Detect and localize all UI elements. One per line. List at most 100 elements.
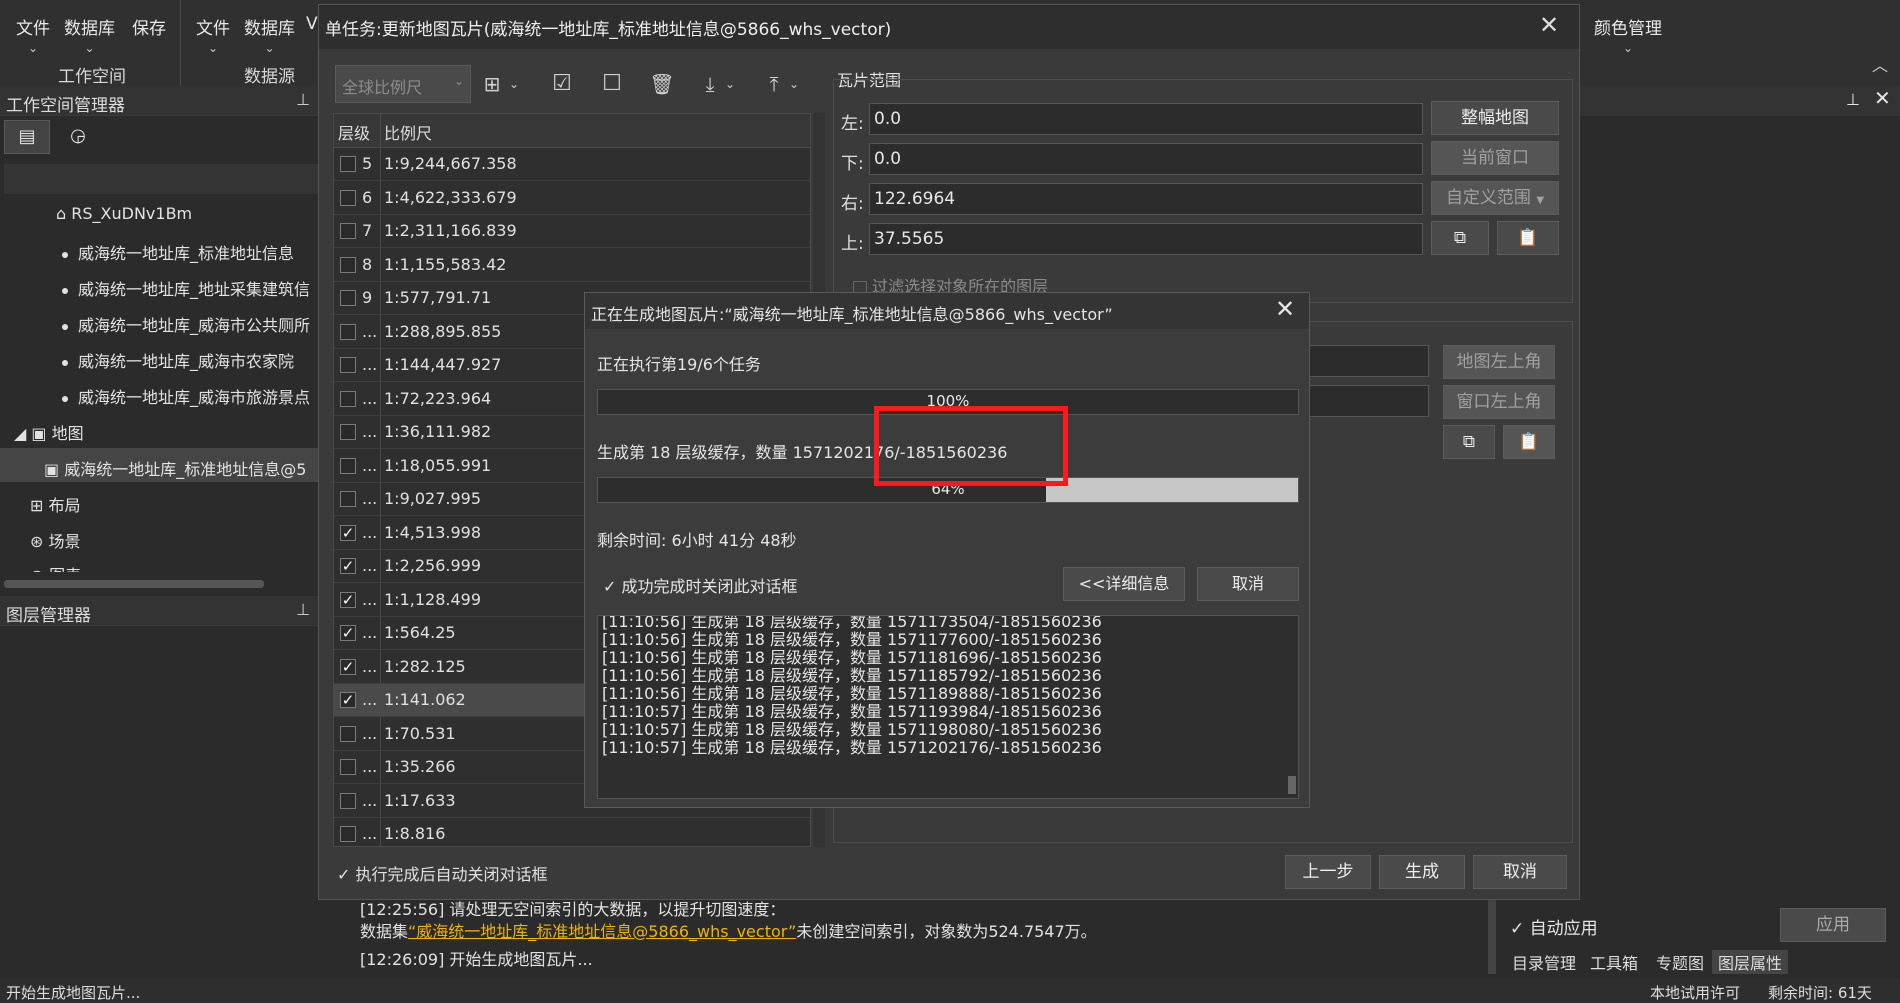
tab-catalog[interactable]: 目录管理 (1512, 950, 1576, 974)
save-button[interactable]: 保存 (132, 14, 166, 39)
table-row[interactable]: 7 1:2,311,166.839 (334, 215, 810, 248)
tree-item-map[interactable]: ▣ 威海统一地址库_标准地址信息@5 (44, 456, 306, 480)
origin-x-input[interactable] (1309, 345, 1429, 377)
row-checkbox[interactable] (340, 189, 356, 206)
datasource-database-button[interactable]: 数据库 ⌄ (244, 14, 295, 55)
expand-triangle-icon[interactable]: ◢ (14, 424, 26, 443)
copy-origin-icon[interactable]: ⧉ (1443, 425, 1495, 459)
tree-item-charts[interactable]: ◔ 图表 (30, 562, 81, 572)
chevron-down-icon[interactable]: ⌄ (785, 67, 803, 101)
row-scale: 1:141.062 (384, 690, 466, 709)
apply-button[interactable]: 应用 (1780, 908, 1886, 942)
log-scrollbar-thumb[interactable] (1288, 776, 1296, 794)
full-map-button[interactable]: 整幅地图 (1431, 101, 1559, 135)
row-checkbox[interactable] (340, 390, 356, 407)
scale-select[interactable]: 全球比例尺 ⌄ (335, 65, 471, 103)
tree-item-scenes[interactable]: ⊛ 场景 (30, 528, 81, 552)
tree-item-maps[interactable]: ◢ ▣ 地图 (14, 420, 84, 444)
map-top-left-button[interactable]: 地图左上角 (1443, 345, 1555, 379)
row-checkbox[interactable]: ✓ (340, 558, 356, 574)
left-input[interactable]: 0.0 (869, 103, 1423, 135)
window-top-left-button[interactable]: 窗口左上角 (1443, 385, 1555, 419)
row-checkbox[interactable] (340, 491, 356, 507)
paste-origin-icon[interactable]: 📋 (1503, 425, 1555, 459)
top-input[interactable]: 37.5565 (869, 223, 1423, 255)
row-checkbox[interactable] (340, 290, 356, 306)
tab-toolbox[interactable]: 工具箱 (1590, 950, 1638, 974)
collapse-ribbon-icon[interactable]: ︿ (1872, 52, 1888, 76)
table-row[interactable]: 5 1:9,244,667.358 (334, 148, 810, 181)
row-checkbox[interactable]: ✓ (340, 591, 356, 608)
invert-select-icon[interactable]: ☐ (597, 67, 627, 101)
row-checkbox[interactable] (340, 792, 356, 809)
row-checkbox[interactable] (340, 457, 356, 474)
add-scale-icon[interactable]: ⊞ (477, 67, 507, 101)
row-checkbox[interactable] (340, 826, 356, 842)
workspace-search-bar[interactable] (4, 164, 318, 194)
output-scrollbar[interactable] (1488, 900, 1496, 974)
paste-range-icon[interactable]: 📋 (1497, 221, 1559, 255)
table-row[interactable]: 6 1:4,622,333.679 (334, 182, 810, 215)
scene-view-icon[interactable]: ◶ (58, 120, 98, 154)
tree-item-dataset[interactable]: 威海统一地址库_威海市旅游景点 (62, 384, 310, 408)
row-checkbox[interactable] (340, 223, 356, 239)
tree-item-layouts[interactable]: ⊞ 布局 (30, 492, 81, 516)
close-on-done-checkbox[interactable]: ✓ 成功完成时关闭此对话框 (603, 573, 798, 597)
datasource-file-button[interactable]: 文件 ⌄ (196, 14, 230, 55)
close-icon[interactable]: ✕ (1874, 86, 1891, 110)
tree-item-dataset[interactable]: 威海统一地址库_标准地址信息 (62, 240, 294, 264)
pin-icon[interactable]: ⊥ (296, 600, 310, 619)
close-icon[interactable]: ✕ (1275, 295, 1295, 323)
close-icon[interactable]: ✕ (1539, 11, 1559, 39)
tree-item-dataset[interactable]: 威海统一地址库_威海市农家院 (62, 348, 294, 372)
color-manage-button[interactable]: 颜色管理 ⌄ (1594, 14, 1662, 55)
progress-cancel-button[interactable]: 取消 (1197, 567, 1299, 601)
row-checkbox[interactable] (340, 424, 356, 440)
file-button[interactable]: 文件 ⌄ (16, 14, 50, 55)
details-button[interactable]: <<详细信息 (1063, 567, 1185, 601)
database-button[interactable]: 数据库 ⌄ (64, 14, 115, 55)
bottom-input[interactable]: 0.0 (869, 143, 1423, 175)
copy-range-icon[interactable]: ⧉ (1431, 221, 1489, 255)
row-level: 9 (362, 288, 373, 307)
tree-item-datasource[interactable]: ⌂ RS_XuDNv1Bm (56, 204, 192, 223)
auto-apply-checkbox[interactable]: ✓ 自动应用 (1510, 914, 1598, 939)
row-checkbox[interactable] (340, 156, 356, 172)
pin-icon[interactable]: ⊥ (1846, 90, 1860, 109)
chevron-down-icon[interactable]: ⌄ (505, 67, 523, 101)
row-checkbox[interactable]: ✓ (340, 524, 356, 541)
row-checkbox[interactable]: ✓ (340, 658, 356, 675)
row-scale: 1:9,244,667.358 (384, 154, 517, 173)
table-row[interactable]: 8 1:1,155,583.42 (334, 249, 810, 282)
generate-button[interactable]: 生成 (1379, 855, 1465, 889)
tree-label: 威海统一地址库_标准地址信息 (78, 244, 295, 263)
cancel-button[interactable]: 取消 (1473, 855, 1567, 889)
chart-icon: ◔ (30, 566, 44, 572)
auto-close-checkbox[interactable]: ✓ 执行完成后自动关闭对话框 (337, 861, 548, 885)
row-checkbox[interactable] (340, 256, 356, 273)
row-checkbox[interactable]: ✓ (340, 692, 356, 708)
tab-thematic[interactable]: 专题图 (1656, 950, 1704, 974)
row-checkbox[interactable] (340, 323, 356, 340)
row-checkbox[interactable] (340, 725, 356, 742)
table-row[interactable]: ... 1:8.816 (334, 818, 810, 846)
row-checkbox[interactable]: ✓ (340, 625, 356, 641)
delete-icon[interactable]: 🗑 (647, 67, 677, 101)
workspace-view-icon[interactable]: ▤ (4, 120, 50, 154)
previous-button[interactable]: 上一步 (1285, 855, 1371, 889)
tab-layer-properties[interactable]: 图层属性 (1712, 950, 1789, 974)
origin-y-input[interactable] (1309, 385, 1429, 417)
dataset-link[interactable]: “威海统一地址库_标准地址信息@5866_whs_vector” (408, 922, 796, 941)
tree-item-dataset[interactable]: 威海统一地址库_威海市公共厕所 (62, 312, 310, 336)
chevron-down-icon[interactable]: ⌄ (721, 67, 739, 101)
row-scale: 1:1,128.499 (384, 589, 481, 609)
horizontal-scrollbar[interactable] (4, 580, 264, 588)
pin-icon[interactable]: ⊥ (296, 90, 310, 109)
custom-range-button[interactable]: 自定义范围 ▼ (1431, 181, 1559, 215)
select-all-icon[interactable]: ☑ (547, 67, 577, 101)
tree-item-dataset[interactable]: 威海统一地址库_地址采集建筑信 (62, 276, 310, 300)
current-window-button[interactable]: 当前窗口 (1431, 141, 1559, 175)
right-input[interactable]: 122.6964 (869, 183, 1423, 215)
row-checkbox[interactable] (340, 759, 356, 775)
row-checkbox[interactable] (340, 357, 356, 373)
